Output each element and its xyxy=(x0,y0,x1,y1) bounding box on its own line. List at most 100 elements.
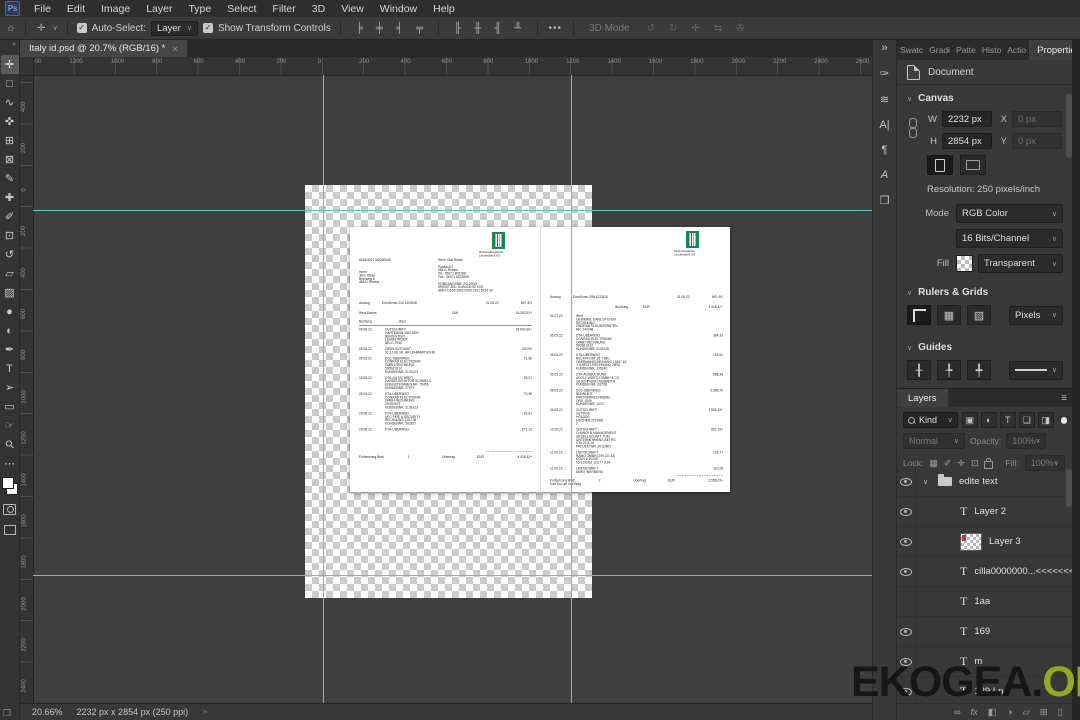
move-tool[interactable]: ✛ xyxy=(0,55,19,74)
layer-thumbnail[interactable] xyxy=(960,624,967,639)
color-swatches[interactable] xyxy=(1,477,18,495)
show-transform-checkbox[interactable]: ✓ xyxy=(202,23,213,33)
layer-thumbnail[interactable] xyxy=(960,532,982,551)
panel-tab[interactable]: Actio xyxy=(1004,45,1029,55)
menu-item[interactable]: Image xyxy=(93,3,138,15)
adjustment-layer-icon[interactable]: ◑ xyxy=(1007,707,1013,718)
layer-name[interactable]: 169 xyxy=(974,626,990,637)
status-chevron-icon[interactable]: > xyxy=(202,707,207,717)
layer-name[interactable]: Layer 2 xyxy=(974,506,1006,517)
grid-subdivisions-icon[interactable]: ▧ xyxy=(967,305,991,325)
photoshop-logo[interactable]: Ps xyxy=(5,1,20,16)
tab-properties[interactable]: Properties xyxy=(1029,40,1073,60)
menu-item[interactable]: Edit xyxy=(59,3,93,15)
layer-row[interactable]: 169 xyxy=(897,617,1073,647)
paragraph-panel-icon[interactable]: ¶ xyxy=(882,144,888,156)
collapse-panels-icon[interactable]: » xyxy=(881,42,887,54)
layer-thumbnail[interactable] xyxy=(960,594,967,609)
menu-item[interactable]: Filter xyxy=(264,3,303,15)
canvas-viewport[interactable]: Württembergische Landesbank AG 6014/3021… xyxy=(33,75,872,703)
link-dimensions-icon[interactable] xyxy=(909,118,917,138)
filter-type-layers-icon[interactable]: T xyxy=(999,412,1016,428)
clone-stamp-tool[interactable]: ⊡ xyxy=(1,226,19,245)
portrait-orientation-button[interactable] xyxy=(927,155,953,175)
foreground-color-swatch[interactable] xyxy=(1,477,14,489)
expand-chevron-icon[interactable]: ∨ xyxy=(923,478,931,486)
menu-item[interactable]: Window xyxy=(372,3,425,15)
vertical-guide[interactable] xyxy=(571,75,572,703)
home-icon[interactable]: ⌂ xyxy=(6,23,16,34)
quick-mask-icon[interactable] xyxy=(3,504,16,515)
blur-tool[interactable]: ● xyxy=(1,302,19,321)
guide-style-dropdown[interactable]: ∨ xyxy=(1009,360,1063,380)
bit-depth-dropdown[interactable]: 16 Bits/Channel ∨ xyxy=(956,229,1063,248)
character-panel-icon[interactable]: A| xyxy=(879,119,889,131)
menu-item[interactable]: File xyxy=(26,3,59,15)
eraser-tool[interactable]: ▱ xyxy=(1,264,19,283)
close-icon[interactable]: × xyxy=(172,44,177,54)
new-layer-icon[interactable]: ⊞ xyxy=(1040,707,1048,718)
move-tool-icon[interactable]: ✛ xyxy=(35,23,47,34)
rulers-grids-section-header[interactable]: ∨ Rulers & Grids xyxy=(897,279,1073,303)
new-group-icon[interactable]: ▱ xyxy=(1022,707,1029,718)
vertical-ruler[interactable]: 400 200 0 200 400 600 800 1000 1200 1400 1600 1800 2… xyxy=(20,75,34,703)
grid-icon[interactable]: ▦ xyxy=(937,305,961,325)
guides-from-shape-icon[interactable]: ╄ xyxy=(937,360,961,380)
panel-tab[interactable]: Swatc xyxy=(897,45,926,55)
distribute-right-icon[interactable]: ╢ xyxy=(492,23,503,34)
vertical-guide[interactable] xyxy=(323,75,324,703)
new-guide-layout-icon[interactable]: ╂ xyxy=(907,360,931,380)
filter-shape-layers-icon[interactable]: ❏ xyxy=(1018,412,1035,428)
menu-item[interactable]: View xyxy=(333,3,372,15)
layer-row[interactable]: Layer 2 xyxy=(897,497,1073,527)
glyphs-panel-icon[interactable]: A xyxy=(881,169,888,181)
visibility-toggle[interactable] xyxy=(897,497,916,526)
tab-layers[interactable]: Layers xyxy=(897,389,948,407)
lasso-tool[interactable]: ∿ xyxy=(1,93,19,112)
layer-row[interactable]: 1aa xyxy=(897,587,1073,617)
units-dropdown[interactable]: Pixels ∨ xyxy=(1009,305,1063,325)
brushes-icon[interactable]: ≋ xyxy=(880,93,889,106)
layer-name[interactable]: Layer 3 xyxy=(989,536,1021,547)
distribute-left-icon[interactable]: ╟ xyxy=(452,23,463,34)
delete-layer-icon[interactable]: ▯ xyxy=(1058,707,1063,718)
distribute-bottom-icon[interactable]: ╨ xyxy=(512,23,523,34)
color-mode-dropdown[interactable]: RGB Color ∨ xyxy=(956,204,1063,223)
fill-swatch[interactable] xyxy=(956,255,973,272)
fill-dropdown[interactable]: Transparent ∨ xyxy=(978,254,1063,273)
type-tool[interactable]: T xyxy=(1,359,19,378)
visibility-toggle[interactable] xyxy=(897,617,916,646)
screen-mode-icon[interactable] xyxy=(3,525,16,535)
align-left-edges-icon[interactable]: ╞ xyxy=(354,23,365,34)
align-top-edges-icon[interactable]: ╤ xyxy=(414,23,425,34)
object-selection-tool[interactable]: ✜ xyxy=(1,112,19,131)
ruler-corner[interactable] xyxy=(20,57,34,76)
layer-name[interactable]: cilla0000000...<<<<<<<0 d xyxy=(974,566,1073,577)
brush-tool[interactable]: ✐ xyxy=(1,207,19,226)
panel-tab[interactable]: Gradi xyxy=(926,45,953,55)
filter-toggle-icon[interactable] xyxy=(1060,416,1067,424)
width-field[interactable]: 2232 px xyxy=(942,111,992,127)
horizontal-ruler[interactable]: 1400120010008006004002000200400600800100… xyxy=(33,57,872,76)
layer-name[interactable]: edite text xyxy=(959,476,998,487)
layer-row[interactable]: Layer 3 xyxy=(897,527,1073,557)
add-mask-icon[interactable]: ◧ xyxy=(988,707,997,718)
visibility-toggle[interactable] xyxy=(897,557,916,586)
height-field[interactable]: 2854 px xyxy=(942,133,992,149)
dodge-tool[interactable]: ◐ xyxy=(1,321,19,340)
spot-healing-brush-tool[interactable]: ✚ xyxy=(1,188,19,207)
menu-item[interactable]: Help xyxy=(425,3,463,15)
pen-tool[interactable]: ✒ xyxy=(1,340,19,359)
chevron-down-icon[interactable]: ∨ xyxy=(52,24,57,32)
panel-tab[interactable]: Histo xyxy=(979,45,1004,55)
auto-select-target-dropdown[interactable]: Layer ∨ xyxy=(151,20,198,36)
horizontal-guide[interactable] xyxy=(33,210,872,211)
statement-document[interactable]: Württembergische Landesbank AG 6014/3021… xyxy=(350,227,730,492)
menu-item[interactable]: Type xyxy=(180,3,219,15)
brush-settings-icon[interactable]: ✑ xyxy=(880,67,889,80)
visibility-toggle[interactable] xyxy=(897,467,916,496)
rectangular-marquee-tool[interactable]: □ xyxy=(1,74,19,93)
ruler-origin-icon[interactable] xyxy=(907,305,931,325)
frame-tool[interactable]: ⊠ xyxy=(1,150,19,169)
visibility-toggle[interactable] xyxy=(897,587,916,616)
